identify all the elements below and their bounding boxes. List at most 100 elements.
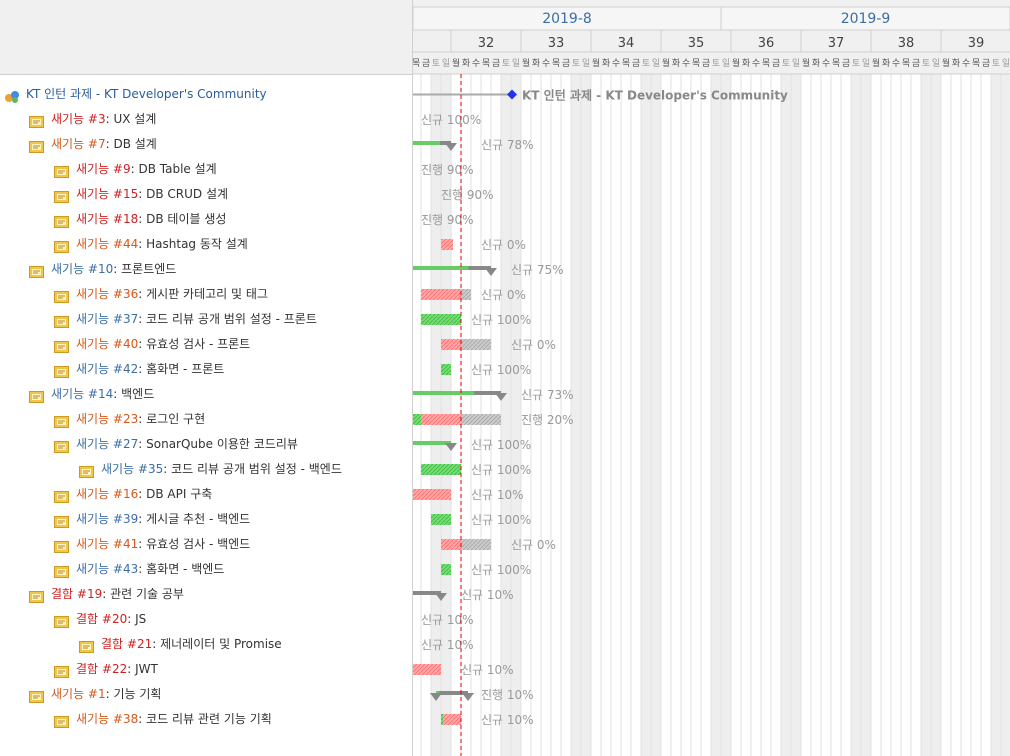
issue-link[interactable]: 결함 #19: [51, 587, 102, 601]
issue-row[interactable]: 새기능 #41: 유효성 검사 - 백엔드: [54, 532, 250, 557]
day-letter: 월: [942, 57, 950, 69]
issue-link[interactable]: 새기능 #23: [76, 412, 138, 426]
task-bar-late: [413, 664, 441, 675]
project-row[interactable]: KT 인턴 과제 - KT Developer's Community: [4, 82, 267, 107]
issue-subject: 제너레이터 및 Promise: [160, 637, 282, 651]
issue-link[interactable]: 새기능 #1: [51, 687, 106, 701]
issue-separator: :: [138, 437, 147, 451]
bar-status-label: 진행 90%: [421, 212, 474, 227]
issue-row[interactable]: 새기능 #23: 로그인 구현: [54, 407, 205, 432]
issue-subject: 기능 기획: [113, 687, 162, 701]
issue-link[interactable]: 새기능 #35: [101, 462, 163, 476]
issue-folder-icon: [54, 187, 69, 203]
issue-separator: :: [138, 362, 147, 376]
issue-row[interactable]: 새기능 #38: 코드 리뷰 관련 기능 기획: [54, 707, 272, 732]
issue-link[interactable]: 새기능 #43: [76, 562, 138, 576]
issue-row[interactable]: 새기능 #27: SonarQube 이용한 코드리뷰: [54, 432, 298, 457]
issue-row[interactable]: 새기능 #40: 유효성 검사 - 프론트: [54, 332, 250, 357]
issue-subject: 프론트엔드: [121, 262, 177, 276]
issue-link[interactable]: 새기능 #42: [76, 362, 138, 376]
issue-row[interactable]: 새기능 #10: 프론트엔드: [29, 257, 176, 282]
task-bar-late: [413, 489, 451, 500]
day-letter: 화: [742, 58, 750, 69]
issue-link[interactable]: 새기능 #3: [51, 112, 106, 126]
day-letter: 목: [762, 58, 770, 69]
issue-link[interactable]: 새기능 #27: [76, 437, 138, 451]
issue-subject: JWT: [135, 662, 158, 676]
issue-subject: DB 설계: [113, 137, 157, 151]
issue-row[interactable]: 새기능 #15: DB CRUD 설계: [54, 182, 228, 207]
day-letter: 월: [662, 57, 670, 69]
issue-row[interactable]: 새기능 #7: DB 설계: [29, 132, 157, 157]
issue-link[interactable]: 새기능 #10: [51, 262, 113, 276]
task-bar-late: [441, 339, 461, 350]
issue-link[interactable]: 결함 #21: [101, 637, 152, 651]
issue-row[interactable]: 새기능 #9: DB Table 설계: [54, 157, 217, 182]
issue-row[interactable]: 결함 #20: JS: [54, 607, 146, 632]
issue-row[interactable]: 새기능 #36: 게시판 카테고리 및 태그: [54, 282, 268, 307]
issue-folder-icon: [54, 612, 69, 628]
issue-row[interactable]: 새기능 #42: 홈화면 - 프론트: [54, 357, 224, 382]
issue-row[interactable]: 결함 #19: 관련 기술 공부: [29, 582, 184, 607]
issue-row[interactable]: 결함 #21: 제너레이터 및 Promise: [79, 632, 282, 657]
day-letter: 토: [922, 59, 930, 69]
issue-link[interactable]: 새기능 #18: [76, 212, 138, 226]
bar-status-label: 신규 10%: [461, 588, 514, 602]
issue-subject: 코드 리뷰 공개 범위 설정 - 백엔드: [171, 462, 342, 476]
issue-row[interactable]: 새기능 #37: 코드 리뷰 공개 범위 설정 - 프론트: [54, 307, 317, 332]
issue-link[interactable]: 새기능 #9: [76, 162, 131, 176]
issue-link[interactable]: 새기능 #37: [76, 312, 138, 326]
task-bar-todo: [461, 289, 471, 300]
project-link[interactable]: KT 인턴 과제 - KT Developer's Community: [26, 87, 267, 101]
parent-end-marker: [462, 693, 474, 701]
issue-row[interactable]: 새기능 #3: UX 설계: [29, 107, 156, 132]
issue-separator: :: [152, 637, 161, 651]
issue-separator: :: [138, 537, 147, 551]
day-letter: 목: [692, 58, 700, 69]
day-letter: 월: [522, 57, 530, 69]
issue-link[interactable]: 새기능 #38: [76, 712, 138, 726]
task-bar-done: [413, 414, 421, 425]
weekend-column: [851, 74, 861, 756]
day-letter: 목: [622, 58, 630, 69]
issue-link[interactable]: 새기능 #41: [76, 537, 138, 551]
bar-status-label: 진행 90%: [421, 162, 474, 177]
issue-row[interactable]: 결함 #22: JWT: [54, 657, 158, 682]
issue-folder-icon: [54, 712, 69, 728]
issue-row[interactable]: 새기능 #18: DB 테이블 생성: [54, 207, 226, 232]
issue-row[interactable]: 새기능 #16: DB API 구축: [54, 482, 212, 507]
day-letter: 토: [992, 59, 1000, 69]
issue-subject: 홈화면 - 프론트: [146, 362, 225, 376]
issue-row[interactable]: 새기능 #44: Hashtag 동작 설계: [54, 232, 248, 257]
issue-link[interactable]: 결함 #22: [76, 662, 127, 676]
issue-folder-icon: [54, 337, 69, 353]
day-letter: 토: [502, 59, 510, 69]
week-label: 35: [688, 36, 705, 51]
day-letter: 일: [582, 58, 590, 69]
issue-row[interactable]: 새기능 #39: 게시글 추천 - 백엔드: [54, 507, 250, 532]
day-letter: 토: [572, 59, 580, 69]
issue-row[interactable]: 새기능 #14: 백엔드: [29, 382, 154, 407]
issue-folder-icon: [79, 637, 94, 653]
issue-link[interactable]: 새기능 #44: [76, 237, 138, 251]
issue-subject: 관련 기술 공부: [110, 587, 184, 601]
issue-row[interactable]: 새기능 #1: 기능 기획: [29, 682, 161, 707]
issue-subject: DB Table 설계: [138, 162, 217, 176]
task-bar-late: [441, 714, 461, 725]
issue-link[interactable]: 새기능 #14: [51, 387, 113, 401]
issue-row[interactable]: 새기능 #35: 코드 리뷰 공개 범위 설정 - 백엔드: [79, 457, 342, 482]
task-bar-late: [421, 289, 461, 300]
issue-link[interactable]: 새기능 #36: [76, 287, 138, 301]
issue-link[interactable]: 새기능 #7: [51, 137, 106, 151]
weekend-column: [781, 74, 791, 756]
issue-row[interactable]: 새기능 #43: 홈화면 - 백엔드: [54, 557, 224, 582]
task-bar-done: [421, 464, 461, 475]
issue-link[interactable]: 결함 #20: [76, 612, 127, 626]
issue-link[interactable]: 새기능 #40: [76, 337, 138, 351]
issue-link[interactable]: 새기능 #39: [76, 512, 138, 526]
day-letter: 금: [842, 58, 850, 69]
issue-link[interactable]: 새기능 #16: [76, 487, 138, 501]
bar-status-label: 신규 0%: [481, 288, 526, 302]
day-letter: 토: [642, 59, 650, 69]
issue-link[interactable]: 새기능 #15: [76, 187, 138, 201]
